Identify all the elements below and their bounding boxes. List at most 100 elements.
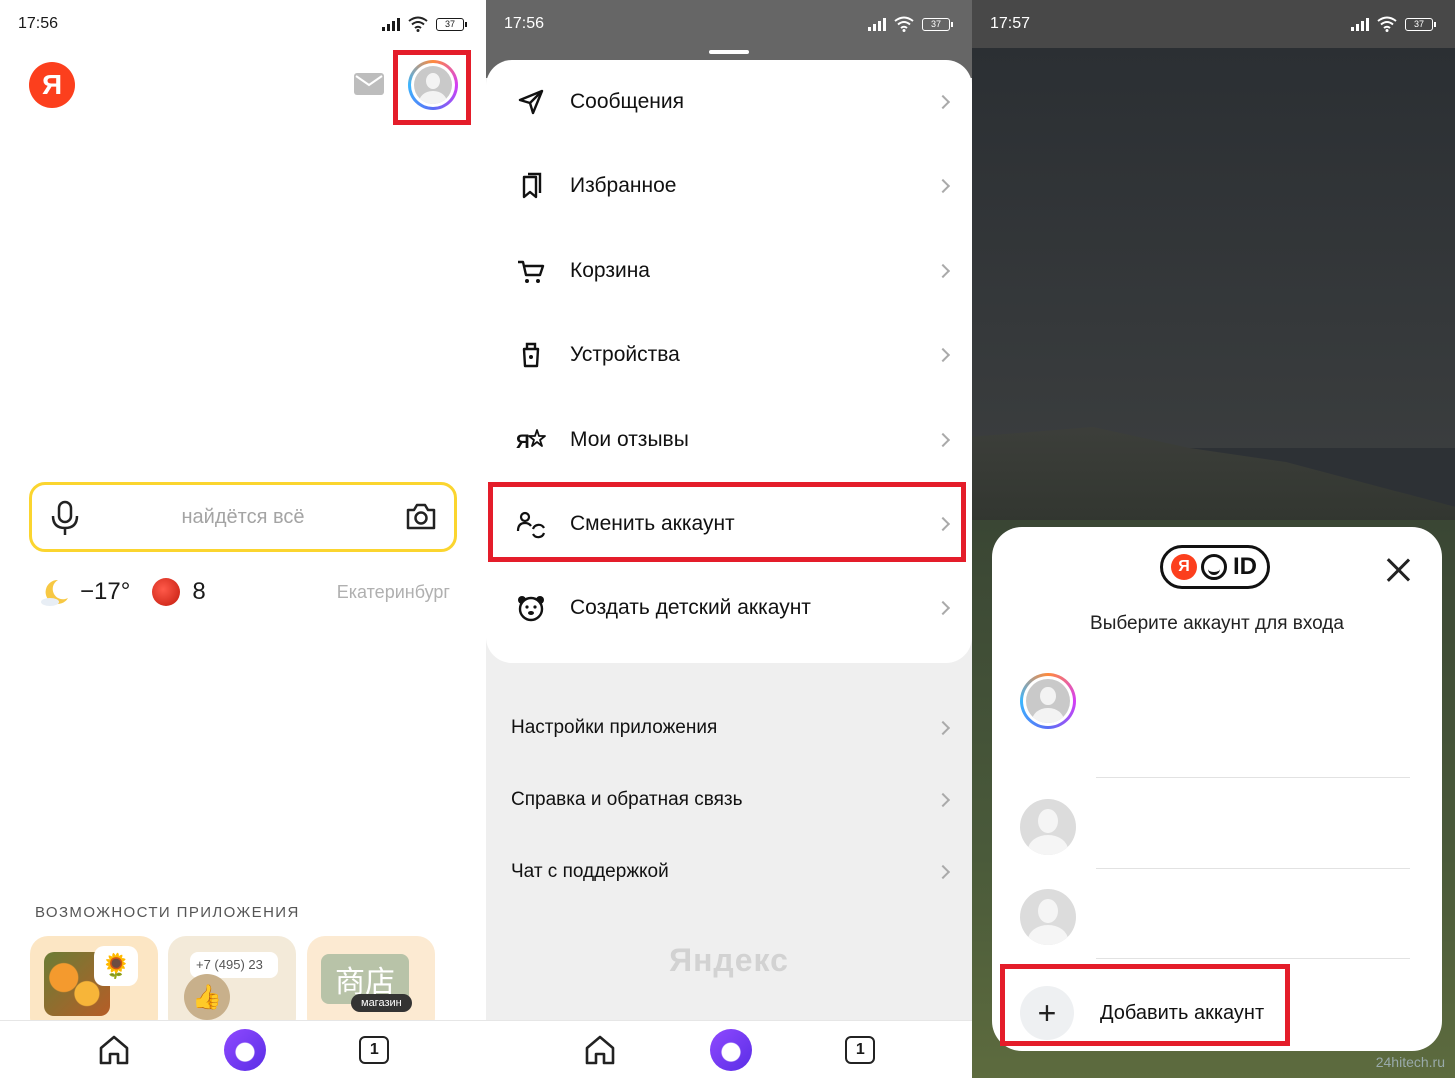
signal-icon bbox=[868, 17, 886, 31]
menu-item-messages[interactable]: Сообщения bbox=[486, 60, 972, 144]
account-avatar bbox=[1020, 889, 1076, 945]
home-icon[interactable] bbox=[583, 1033, 617, 1067]
status-icons: 37 bbox=[1351, 16, 1436, 32]
divider bbox=[1096, 958, 1410, 959]
account-avatar bbox=[1020, 799, 1076, 855]
menu-label: Устройства bbox=[570, 343, 680, 366]
menu-item-cart[interactable]: Корзина bbox=[486, 229, 972, 313]
settings-item-help[interactable]: Справка и обратная связь bbox=[486, 770, 972, 830]
id-label: ID bbox=[1233, 553, 1257, 580]
camera-search-icon[interactable] bbox=[404, 500, 438, 534]
tabs-icon[interactable]: 1 bbox=[359, 1035, 390, 1064]
chevron-right-icon bbox=[935, 178, 951, 194]
close-icon[interactable] bbox=[1386, 557, 1410, 581]
account-row[interactable] bbox=[1020, 779, 1410, 869]
reviews-icon: Я bbox=[516, 429, 546, 453]
account-row[interactable] bbox=[1020, 673, 1410, 778]
svg-text:Я: Я bbox=[516, 432, 530, 453]
status-bar: 17:57 37 bbox=[972, 0, 1455, 48]
yandex-logo[interactable]: Я bbox=[29, 62, 75, 108]
alice-icon[interactable] bbox=[223, 1028, 266, 1071]
menu-label: Избранное bbox=[570, 174, 677, 197]
search-input[interactable] bbox=[108, 497, 378, 537]
send-icon bbox=[518, 89, 544, 115]
menu-item-reviews[interactable]: Я Мои отзывы bbox=[486, 398, 972, 482]
mail-icon[interactable] bbox=[354, 73, 384, 95]
settings-item-app-settings[interactable]: Настройки приложения bbox=[486, 698, 972, 758]
status-bar: 17:56 37 bbox=[0, 0, 486, 48]
cart-icon bbox=[518, 260, 545, 283]
yandex-brand: Яндекс bbox=[669, 942, 789, 978]
chevron-right-icon bbox=[935, 864, 951, 880]
yandex-id-logo: Я ID bbox=[1160, 545, 1270, 589]
status-time: 17:56 bbox=[504, 15, 545, 32]
chevron-right-icon bbox=[935, 792, 951, 808]
moon-icon bbox=[41, 579, 68, 606]
chevron-right-icon bbox=[935, 94, 951, 110]
account-avatar bbox=[1020, 673, 1076, 729]
city-label[interactable]: Екатеринбург bbox=[337, 582, 450, 603]
shop-badge: магазин bbox=[351, 994, 412, 1012]
microphone-icon[interactable] bbox=[48, 500, 82, 536]
menu-card: Сообщения Избранное Корзина Устройства Я… bbox=[486, 60, 972, 663]
device-icon bbox=[522, 342, 540, 368]
profile-menu-screen: 17:56 37 Сообщения Избранное Корзина Уст… bbox=[486, 0, 972, 1078]
search-bar[interactable] bbox=[29, 482, 457, 552]
traffic-score: 8 bbox=[192, 578, 206, 605]
menu-label: Создать детский аккаунт bbox=[570, 596, 811, 619]
settings-label: Настройки приложения bbox=[511, 717, 718, 738]
menu-label: Мои отзывы bbox=[570, 428, 689, 451]
highlight-box bbox=[488, 482, 966, 562]
sunflower-icon: 🌻 bbox=[94, 946, 138, 986]
wifi-icon bbox=[408, 16, 428, 32]
settings-label: Справка и обратная связь bbox=[511, 789, 743, 810]
weather-widget[interactable]: −17° 8 Екатеринбург bbox=[40, 572, 450, 612]
signal-icon bbox=[382, 17, 400, 31]
menu-label: Корзина bbox=[570, 259, 650, 282]
home-icon[interactable] bbox=[97, 1033, 131, 1067]
battery-icon: 37 bbox=[922, 17, 953, 31]
features-title: ВОЗМОЖНОСТИ ПРИЛОЖЕНИЯ bbox=[35, 904, 300, 921]
account-row[interactable] bbox=[1020, 869, 1410, 959]
modal-subtitle: Выберите аккаунт для входа bbox=[1090, 613, 1344, 634]
chevron-right-icon bbox=[935, 263, 951, 279]
status-time: 17:56 bbox=[18, 15, 59, 32]
battery-icon: 37 bbox=[1405, 17, 1436, 31]
divider bbox=[1096, 777, 1410, 778]
wifi-icon bbox=[1377, 16, 1397, 32]
wifi-icon bbox=[894, 16, 914, 32]
sheet-handle[interactable] bbox=[709, 50, 749, 54]
status-icons: 37 bbox=[382, 16, 467, 32]
highlight-box bbox=[1000, 964, 1290, 1046]
settings-item-support-chat[interactable]: Чат с поддержкой bbox=[486, 842, 972, 902]
tabs-icon[interactable]: 1 bbox=[845, 1035, 876, 1064]
home-screen: 17:56 37 Я −17° 8 Екатеринбург ВОЗМОЖНОС… bbox=[0, 0, 486, 1078]
menu-item-devices[interactable]: Устройства bbox=[486, 313, 972, 397]
chevron-right-icon bbox=[935, 347, 951, 363]
bear-icon bbox=[518, 596, 544, 622]
temperature: −17° bbox=[80, 578, 131, 605]
background-sky bbox=[972, 48, 1455, 448]
chevron-right-icon bbox=[935, 432, 951, 448]
traffic-icon bbox=[152, 578, 181, 606]
alice-icon[interactable] bbox=[709, 1028, 752, 1071]
settings-label: Чат с поддержкой bbox=[511, 861, 669, 882]
chevron-right-icon bbox=[935, 600, 951, 616]
bottom-nav: 1 bbox=[0, 1020, 486, 1078]
watermark: 24hitech.ru bbox=[1375, 1054, 1445, 1070]
highlight-box bbox=[393, 50, 471, 125]
battery-icon: 37 bbox=[436, 17, 467, 31]
status-bar: 17:56 37 bbox=[486, 0, 972, 48]
signal-icon bbox=[1351, 17, 1369, 31]
yandex-logo: Я bbox=[1171, 554, 1197, 580]
bookmarks-icon bbox=[522, 172, 542, 199]
account-picker-screen: 17:57 37 Я ID Выберите аккаунт для входа bbox=[972, 0, 1455, 1078]
bottom-nav: 1 bbox=[486, 1020, 972, 1078]
menu-item-favorites[interactable]: Избранное bbox=[486, 144, 972, 228]
smile-icon bbox=[1201, 554, 1227, 580]
menu-item-child-account[interactable]: Создать детский аккаунт bbox=[486, 566, 972, 650]
status-icons: 37 bbox=[868, 16, 953, 32]
menu-label: Сообщения bbox=[570, 90, 684, 113]
chevron-right-icon bbox=[935, 720, 951, 736]
thumbs-up-icon: 👍 bbox=[184, 974, 230, 1020]
